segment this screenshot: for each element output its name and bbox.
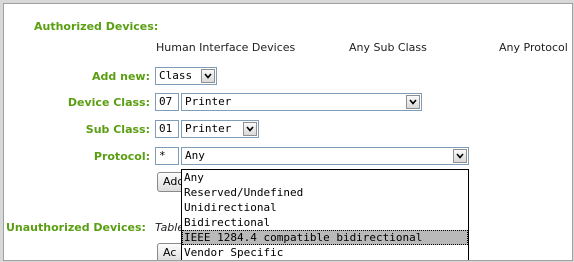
protocol-option[interactable]: Reserved/Undefined — [182, 185, 468, 200]
protocol-option[interactable]: Bidirectional — [182, 215, 468, 230]
device-class-label: Device Class: — [67, 96, 150, 109]
authorized-sub-class: Any Sub Class — [349, 41, 427, 54]
authorized-device-class: Human Interface Devices — [156, 41, 296, 54]
sub-class-label: Sub Class: — [85, 123, 150, 136]
unauthorized-table-note: Table — [155, 221, 185, 234]
sub-class-select[interactable]: Printer — [181, 120, 259, 138]
protocol-code-field[interactable]: * — [155, 147, 179, 165]
protocol-option[interactable]: Vendor Specific — [182, 245, 468, 260]
sub-class-value: Printer — [185, 122, 232, 135]
protocol-select[interactable]: Any — [181, 147, 469, 165]
chevron-down-icon — [201, 69, 215, 83]
protocol-label: Protocol: — [93, 150, 150, 163]
usb-device-panel: Authorized Devices: Human Interface Devi… — [3, 3, 573, 261]
device-class-value: Printer — [185, 95, 232, 108]
add-new-label: Add new: — [92, 70, 150, 83]
protocol-option[interactable]: Unidirectional — [182, 200, 468, 215]
chevron-down-icon — [243, 122, 257, 136]
unauthorized-devices-label: Unauthorized Devices: — [6, 221, 146, 234]
add-new-select[interactable]: Class — [155, 67, 217, 85]
protocol-value: Any — [185, 149, 205, 162]
authorized-protocol: Any Protocol — [499, 41, 568, 54]
device-class-select[interactable]: Printer — [181, 93, 422, 111]
protocol-option[interactable]: IEEE 1284.4 compatible bidirectional — [182, 230, 468, 245]
device-class-code-field[interactable]: 07 — [155, 93, 179, 111]
protocol-dropdown-list[interactable]: Any Reserved/Undefined Unidirectional Bidir… — [181, 169, 469, 260]
chevron-down-icon — [406, 95, 420, 109]
sub-class-code-field[interactable]: 01 — [155, 120, 179, 138]
add-new-value: Class — [159, 69, 193, 82]
authorized-devices-label: Authorized Devices: — [34, 20, 159, 33]
protocol-option[interactable]: Any — [182, 170, 468, 185]
chevron-down-icon — [453, 149, 467, 163]
